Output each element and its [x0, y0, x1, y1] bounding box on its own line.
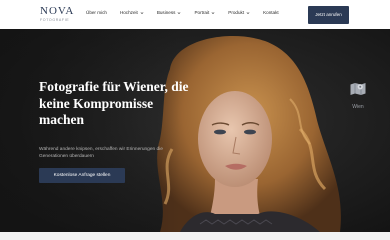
hero-portrait-image [0, 29, 390, 232]
chevron-down-icon [246, 11, 250, 14]
nav-item-label: Hochzeit [119, 10, 138, 15]
map-icon [350, 83, 366, 95]
nav-item-kontakt[interactable]: Kontakt [263, 10, 279, 15]
chevron-down-icon [211, 11, 215, 14]
nav-item-label: Portrait [194, 10, 210, 15]
main-nav: Über mich Hochzeit Business Portrait Pro… [86, 10, 292, 15]
chevron-down-icon [178, 11, 181, 14]
nav-item-label: Business [156, 10, 176, 15]
logo[interactable]: NOVA FOTOGRAFIE [40, 5, 75, 23]
call-now-button[interactable]: Jetzt anrufen [308, 6, 349, 24]
logo-tagline: FOTOGRAFIE [40, 18, 70, 22]
page-bottom-strip [0, 232, 390, 240]
nav-item-hochzeit[interactable]: Hochzeit [120, 10, 144, 15]
site-header: NOVA FOTOGRAFIE Über mich Hochzeit Busin… [0, 0, 390, 29]
nav-item-label: Produkt [228, 10, 245, 15]
nav-item-business[interactable]: Business [157, 10, 182, 15]
chevron-down-icon [140, 11, 144, 14]
nav-item-label: Über mich [86, 10, 107, 15]
hero-subtext: Während andere knipsen, erschaffen wir E… [39, 147, 163, 159]
nav-item-portrait[interactable]: Portrait [194, 10, 215, 15]
nav-item-label: Kontakt [263, 10, 279, 15]
logo-wordmark: NOVA [40, 5, 75, 17]
free-inquiry-button[interactable]: Kostenlose Anfrage stellen [39, 168, 125, 183]
nav-item-produkt[interactable]: Produkt [228, 10, 250, 15]
hero-headline: Fotografie für Wiener, die keine Komprom… [39, 79, 189, 127]
location-link[interactable]: Wien [345, 81, 371, 110]
nav-item-ueber-mich[interactable]: Über mich [86, 10, 107, 15]
hero-section: Wien [0, 29, 390, 232]
location-label: Wien [352, 104, 364, 110]
